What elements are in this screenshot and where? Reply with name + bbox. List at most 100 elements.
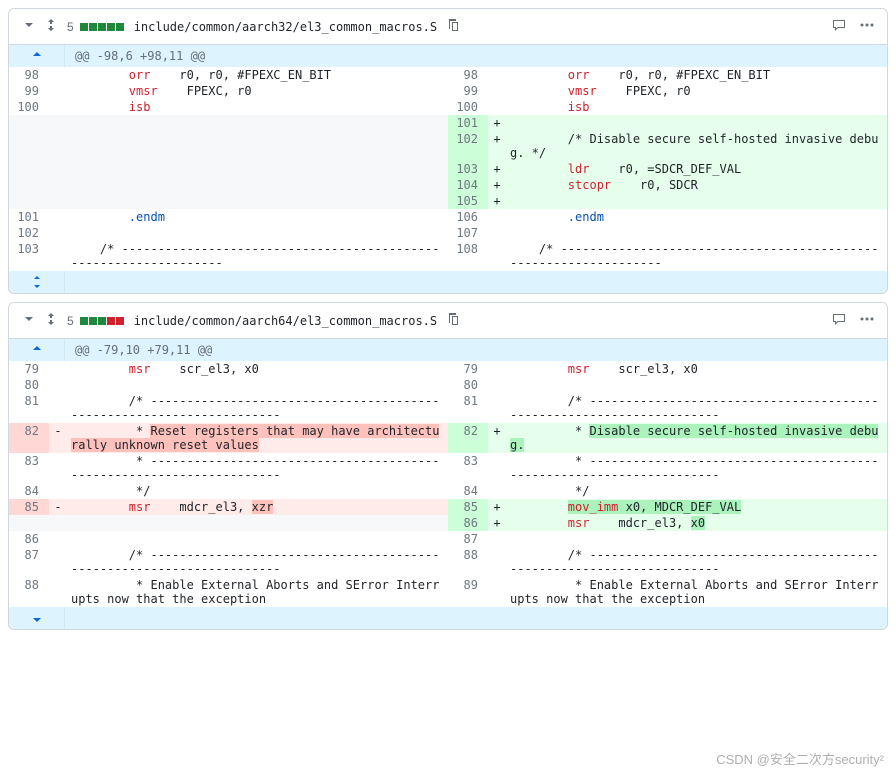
line-number[interactable]: 83 [448,453,488,483]
line-number[interactable]: 84 [9,483,49,499]
code-line[interactable]: /* -------------------------------------… [67,393,448,423]
code-line[interactable]: * Enable External Aborts and SError Inte… [506,577,887,607]
code-line[interactable]: /* -------------------------------------… [506,241,887,271]
line-number[interactable]: 79 [448,361,488,377]
line-number[interactable]: 99 [9,83,49,99]
unfold-down-icon[interactable] [9,607,65,629]
copy-icon[interactable] [437,311,461,330]
code-line[interactable]: orr r0, r0, #FPEXC_EN_BIT [506,67,887,83]
line-number[interactable]: 88 [448,547,488,577]
line-number[interactable]: 87 [448,531,488,547]
code-line[interactable] [67,161,448,177]
code-line[interactable] [67,225,448,241]
line-number[interactable]: 86 [9,531,49,547]
code-line[interactable]: /* -------------------------------------… [67,241,448,271]
line-number[interactable] [9,161,49,177]
code-line[interactable]: vmsr FPEXC, r0 [506,83,887,99]
line-number[interactable]: 103 [9,241,49,271]
code-line[interactable] [67,193,448,209]
code-line[interactable] [506,531,887,547]
line-number[interactable]: 101 [9,209,49,225]
line-number[interactable]: 100 [9,99,49,115]
code-line[interactable]: .endm [67,209,448,225]
code-line[interactable] [67,115,448,131]
chevron-down-icon[interactable] [21,17,37,36]
unfold-up-icon[interactable] [9,339,65,361]
code-line[interactable]: /* -------------------------------------… [67,547,448,577]
line-number[interactable] [9,177,49,193]
code-line[interactable] [506,377,887,393]
line-number[interactable]: 87 [9,547,49,577]
line-number[interactable]: 79 [9,361,49,377]
chevron-down-icon[interactable] [21,311,37,330]
code-line[interactable]: * Reset registers that may have architec… [67,423,448,453]
line-number[interactable]: 80 [448,377,488,393]
code-line[interactable]: msr scr_el3, x0 [506,361,887,377]
code-line[interactable]: * --------------------------------------… [506,453,887,483]
code-line[interactable]: /* Disable secure self-hosted invasive d… [506,131,887,161]
line-number[interactable]: 86 [448,515,488,531]
line-number[interactable]: 88 [9,577,49,607]
line-number[interactable]: 100 [448,99,488,115]
code-line[interactable]: * Disable secure self-hosted invasive de… [506,423,887,453]
line-number[interactable]: 102 [448,131,488,161]
unfold-up-icon[interactable] [9,45,65,67]
line-number[interactable] [9,115,49,131]
line-number[interactable] [9,515,49,531]
code-line[interactable]: msr scr_el3, x0 [67,361,448,377]
line-number[interactable]: 83 [9,453,49,483]
line-number[interactable]: 85 [9,499,49,515]
line-number[interactable]: 89 [448,577,488,607]
unfold-down-icon[interactable] [9,271,65,293]
code-line[interactable]: mov_imm x0, MDCR_DEF_VAL [506,499,887,515]
line-number[interactable] [9,193,49,209]
line-number[interactable]: 104 [448,177,488,193]
code-line[interactable] [67,515,448,531]
copy-icon[interactable] [437,17,461,36]
code-line[interactable]: stcopr r0, SDCR [506,177,887,193]
code-line[interactable]: .endm [506,209,887,225]
code-line[interactable]: isb [506,99,887,115]
line-number[interactable]: 103 [448,161,488,177]
code-line[interactable]: /* -------------------------------------… [506,393,887,423]
line-number[interactable]: 107 [448,225,488,241]
kebab-icon[interactable] [847,311,875,330]
file-path-link[interactable]: include/common/aarch64/el3_common_macros… [134,314,437,328]
line-number[interactable]: 108 [448,241,488,271]
line-number[interactable]: 81 [448,393,488,423]
line-number[interactable]: 99 [448,83,488,99]
line-number[interactable]: 102 [9,225,49,241]
comment-icon[interactable] [819,311,847,330]
line-number[interactable]: 84 [448,483,488,499]
code-line[interactable]: orr r0, r0, #FPEXC_EN_BIT [67,67,448,83]
line-number[interactable]: 80 [9,377,49,393]
line-number[interactable]: 81 [9,393,49,423]
line-number[interactable]: 101 [448,115,488,131]
code-line[interactable] [67,177,448,193]
code-line[interactable]: msr mdcr_el3, x0 [506,515,887,531]
kebab-icon[interactable] [847,17,875,36]
code-line[interactable]: vmsr FPEXC, r0 [67,83,448,99]
code-line[interactable]: * Enable External Aborts and SError Inte… [67,577,448,607]
code-line[interactable]: */ [506,483,887,499]
line-number[interactable]: 85 [448,499,488,515]
expand-all-icon[interactable] [37,311,59,330]
code-line[interactable] [506,193,887,209]
line-number[interactable]: 82 [448,423,488,453]
line-number[interactable]: 105 [448,193,488,209]
code-line[interactable] [67,531,448,547]
file-path-link[interactable]: include/common/aarch32/el3_common_macros… [134,20,437,34]
code-line[interactable] [67,131,448,161]
code-line[interactable]: */ [67,483,448,499]
code-line[interactable] [506,225,887,241]
line-number[interactable]: 82 [9,423,49,453]
line-number[interactable]: 98 [448,67,488,83]
code-line[interactable] [506,115,887,131]
code-line[interactable] [67,377,448,393]
expand-all-icon[interactable] [37,17,59,36]
line-number[interactable] [9,131,49,161]
code-line[interactable]: isb [67,99,448,115]
line-number[interactable]: 98 [9,67,49,83]
code-line[interactable]: * --------------------------------------… [67,453,448,483]
code-line[interactable]: ldr r0, =SDCR_DEF_VAL [506,161,887,177]
